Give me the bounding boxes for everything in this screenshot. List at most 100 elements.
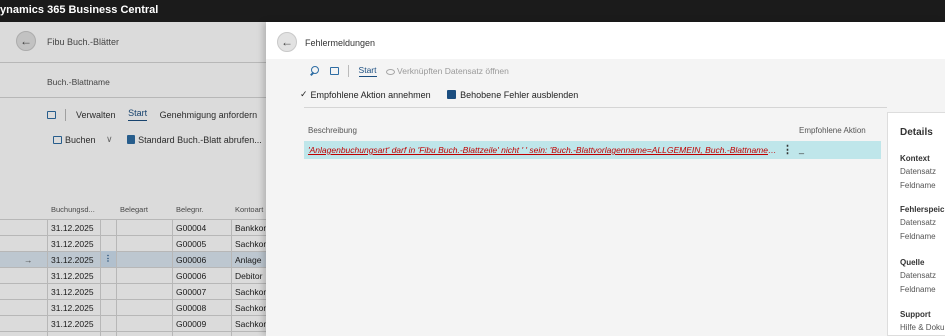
posting-date: 31.12.2025 xyxy=(51,255,94,265)
column-divider xyxy=(231,219,232,336)
column-header-description[interactable]: Beschreibung xyxy=(308,126,357,135)
panel-actions: ✓ Empfohlene Aktion annehmen Behobene Feh… xyxy=(300,89,578,100)
current-row-arrow-icon: → xyxy=(24,255,33,265)
account-type: Bankkon xyxy=(235,223,269,233)
details-section-source: Quelle xyxy=(900,258,925,267)
account-type: Sachkon xyxy=(235,319,269,329)
details-title: Details xyxy=(900,127,933,138)
details-field-help[interactable]: Hilfe & Doku xyxy=(900,323,944,332)
tab-start[interactable]: Start xyxy=(128,108,148,121)
error-row[interactable]: 'Anlagenbuchungsart' darf in 'Fibu Buch.… xyxy=(304,141,881,159)
tab-start[interactable]: Start xyxy=(358,65,377,77)
posting-date: 31.12.2025 xyxy=(51,271,94,281)
error-list: Beschreibung Empfohlene Aktion 'Anlagenb… xyxy=(304,107,887,336)
table-row[interactable]: 31.12.2025 G00009 Sachkon xyxy=(0,315,269,331)
post-label: Buchen xyxy=(65,134,96,145)
column-header-posting-date[interactable]: Buchungsd... xyxy=(51,205,95,214)
table-row[interactable]: 31.12.2025 G00005 Sachkon xyxy=(0,235,269,251)
account-type: Debitor xyxy=(235,271,263,281)
details-field-record: Datensatz xyxy=(900,167,937,176)
row-menu-icon[interactable]: ⋮ xyxy=(782,143,793,156)
column-header-account-type[interactable]: Kontoart xyxy=(235,205,263,214)
posting-date: 31.12.2025 xyxy=(51,287,94,297)
details-field-name: Feldname xyxy=(900,232,936,241)
background-page: ← Fibu Buch.-Blätter Buch.-Blattname Ver… xyxy=(0,22,269,336)
account-type: Sachkon xyxy=(235,239,269,249)
column-header-recommended-action[interactable]: Empfohlene Aktion xyxy=(799,126,866,135)
document-no: G00008 xyxy=(176,303,207,313)
document-no: G00006 xyxy=(176,271,207,281)
details-field-record: Datensatz xyxy=(900,271,937,280)
posting-date: 31.12.2025 xyxy=(51,239,94,249)
divider xyxy=(0,62,266,63)
checkmark-icon: ✓ xyxy=(300,89,308,100)
page-view-icon[interactable] xyxy=(329,67,339,75)
account-type: Sachkon xyxy=(235,303,269,313)
hide-errors-icon xyxy=(447,90,457,100)
error-description-link[interactable]: 'Anlagenbuchungsart' darf in 'Fibu Buch.… xyxy=(308,145,778,155)
details-field-name: Feldname xyxy=(900,285,936,294)
column-header-document-type[interactable]: Belegart xyxy=(120,205,148,214)
details-factbox: Details Kontext Datensatz Feldname Fehle… xyxy=(887,112,945,336)
table-row-selected[interactable]: → 31.12.2025 ⋮ G00006 Anlage xyxy=(0,251,266,267)
panel-title: Fehlermeldungen xyxy=(305,38,376,48)
posting-date: 31.12.2025 xyxy=(51,303,94,313)
details-section-error-storage: Fehlerspeicher xyxy=(900,205,945,214)
document-no: G00007 xyxy=(176,287,207,297)
standard-journal-label: Standard Buch.-Blatt abrufen... xyxy=(138,134,262,145)
table-row[interactable]: 31.12.2025 G00007 Sachkon xyxy=(0,283,269,299)
details-field-name: Feldname xyxy=(900,181,936,190)
action-bar: Buchen ∨ Standard Buch.-Blatt abrufen... xyxy=(53,134,274,145)
column-divider xyxy=(116,219,117,336)
document-no: G00006 xyxy=(176,255,207,265)
column-divider xyxy=(172,219,173,336)
hide-fixed-errors-label: Behobene Fehler ausblenden xyxy=(460,89,579,100)
app-title: ynamics 365 Business Central xyxy=(0,4,159,16)
details-field-record: Datensatz xyxy=(900,218,937,227)
tab-request-approval[interactable]: Genehmigung anfordern xyxy=(160,110,258,120)
accept-recommended-action-button[interactable]: ✓ Empfohlene Aktion annehmen xyxy=(300,89,431,100)
panel-toolbar: Start Verknüpften Datensatz öffnen xyxy=(310,65,516,79)
top-bar: ynamics 365 Business Central xyxy=(0,0,945,22)
open-related-record-label: Verknüpften Datensatz öffnen xyxy=(397,66,509,76)
table-row[interactable]: 31.12.2025 G00006 Debitor xyxy=(0,267,266,283)
open-related-record-button[interactable]: Verknüpften Datensatz öffnen xyxy=(386,66,509,76)
details-section-support: Support xyxy=(900,310,931,319)
account-type: Sachkon xyxy=(235,287,269,297)
table-row[interactable]: 31.12.2025 G00008 Sachkon xyxy=(0,299,269,315)
document-no: G00009 xyxy=(176,319,207,329)
hide-fixed-errors-button[interactable]: Behobene Fehler ausblenden xyxy=(433,89,578,100)
back-arrow-icon[interactable]: ← xyxy=(16,31,36,51)
column-divider xyxy=(100,219,101,336)
posting-date: 31.12.2025 xyxy=(51,223,94,233)
details-section-context: Kontext xyxy=(900,154,930,163)
page-view-icon[interactable] xyxy=(47,110,56,119)
action-tabs: Verwalten Start Genehmigung anfordern xyxy=(47,108,267,128)
divider xyxy=(0,97,266,98)
search-icon[interactable] xyxy=(310,66,320,76)
table-row[interactable]: 31.12.2025 G00004 Bankkon xyxy=(0,219,269,235)
document-no: G00005 xyxy=(176,239,207,249)
error-messages-panel: ← Fehlermeldungen Start Verknüpften Date… xyxy=(266,22,945,336)
divider xyxy=(64,108,66,121)
recommended-action-value[interactable]: _ xyxy=(799,144,804,154)
row-menu-icon[interactable]: ⋮ xyxy=(100,251,116,267)
column-divider xyxy=(47,219,48,336)
column-header-document-no[interactable]: Belegnr. xyxy=(176,205,204,214)
standard-journal-button[interactable]: Standard Buch.-Blatt abrufen... xyxy=(127,134,268,145)
post-icon xyxy=(53,135,62,144)
page-title: Fibu Buch.-Blätter xyxy=(47,37,120,47)
divider xyxy=(348,65,350,77)
post-button[interactable]: Buchen ∨ xyxy=(53,134,119,145)
table-row-empty[interactable] xyxy=(0,331,266,336)
tab-manage[interactable]: Verwalten xyxy=(76,110,116,120)
eye-icon xyxy=(386,68,396,75)
document-no: G00004 xyxy=(176,223,207,233)
back-arrow-icon[interactable]: ← xyxy=(277,32,297,52)
chevron-down-icon[interactable]: ∨ xyxy=(106,134,113,145)
document-icon xyxy=(127,135,136,145)
posting-date: 31.12.2025 xyxy=(51,319,94,329)
account-type: Anlage xyxy=(235,255,262,265)
accept-recommended-action-label: Empfohlene Aktion annehmen xyxy=(310,89,431,100)
journal-name-label: Buch.-Blattname xyxy=(47,77,110,87)
